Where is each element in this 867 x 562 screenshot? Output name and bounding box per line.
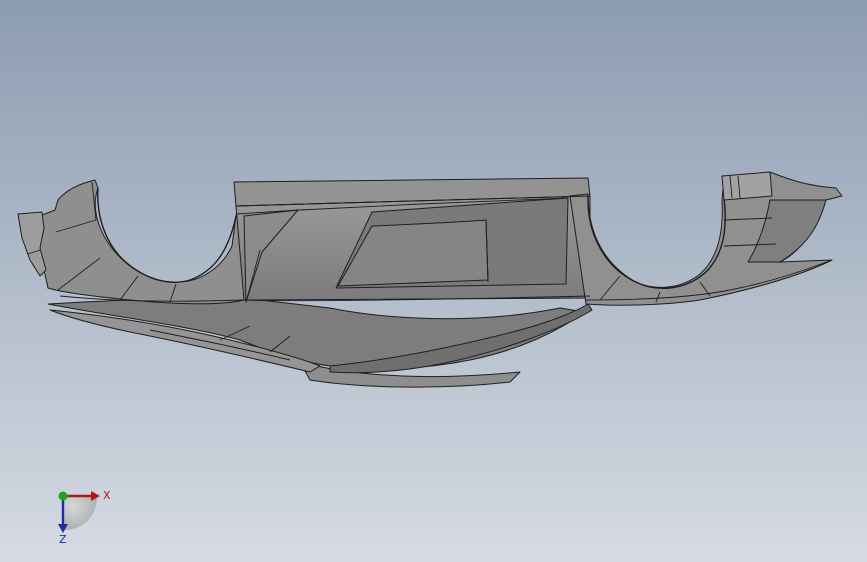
triad-y-axis-dot (58, 491, 68, 501)
triad-x-label: X (103, 489, 111, 502)
right-tail-cap (721, 171, 773, 201)
3d-graphics-viewport[interactable]: X Z (0, 0, 867, 562)
triad-z-label: Z (59, 533, 67, 546)
